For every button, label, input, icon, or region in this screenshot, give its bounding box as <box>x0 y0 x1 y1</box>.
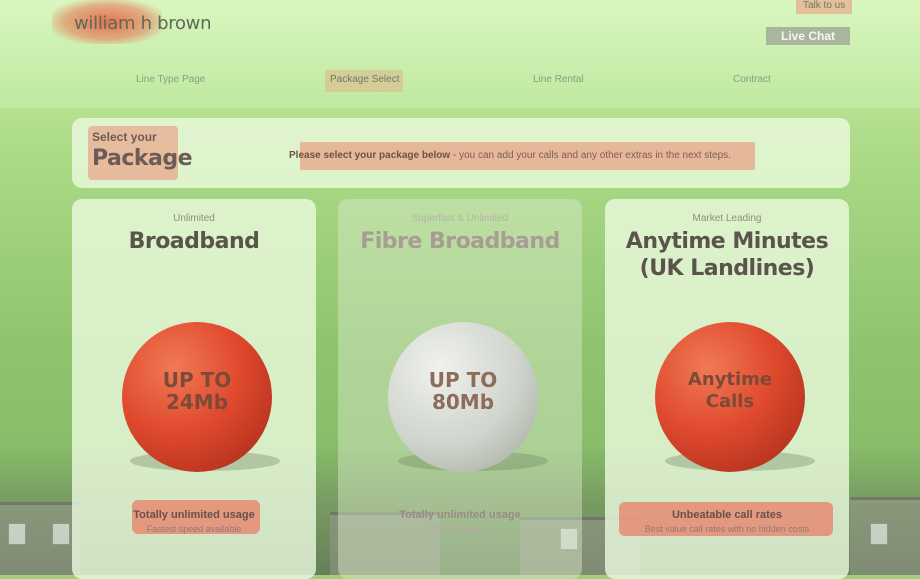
site-logo[interactable]: william h brown <box>74 13 212 34</box>
live-chat-button[interactable]: Live Chat <box>766 27 850 45</box>
step-line-rental[interactable]: Line Rental <box>533 74 584 85</box>
package-card-anytime-minutes[interactable]: Market Leading Anytime Minutes (UK Landl… <box>605 199 849 579</box>
progress-steps: Line Type Page Package Select Line Renta… <box>0 74 920 94</box>
package-subtitle: Market Leading <box>692 213 762 224</box>
feature-title: Totally unlimited usage <box>133 509 255 521</box>
package-title: Fibre Broadband <box>360 229 560 254</box>
feature-subtitle: Fastest speed available <box>146 524 242 534</box>
feature-title: Unbeatable call rates <box>671 509 783 521</box>
globe-label: UP TO 80Mb <box>428 368 498 414</box>
select-description-bold: Please select your package below <box>289 150 451 161</box>
globe-label: Anytime Calls <box>687 369 773 412</box>
package-title: Anytime Minutes <box>625 229 829 254</box>
talk-to-us-link[interactable]: Talk to us <box>803 0 845 11</box>
feature-subtitle: Fastest speed <box>431 524 489 534</box>
package-title: Broadband <box>128 229 260 254</box>
globe-label: UP TO 24Mb <box>162 368 232 414</box>
step-contract[interactable]: Contract <box>733 74 771 85</box>
feature-subtitle: Best value call rates with no hidden cos… <box>644 524 810 534</box>
select-heading-small: Select your <box>92 130 157 144</box>
package-card-broadband[interactable]: Unlimited Broadband UP TO 24Mb Totally u… <box>72 199 316 579</box>
select-description-rest: - you can add your calls and any other e… <box>450 150 731 161</box>
step-line-type[interactable]: Line Type Page <box>136 74 205 85</box>
select-description: Please select your package below - you c… <box>289 150 731 161</box>
step-package-select[interactable]: Package Select <box>330 74 400 85</box>
package-card-fibre-broadband[interactable]: Superfast & Unlimited Fibre Broadband UP… <box>338 199 582 579</box>
feature-title: Totally unlimited usage <box>399 509 521 521</box>
page-title: Package <box>92 146 193 171</box>
package-title-line2: (UK Landlines) <box>639 256 815 281</box>
package-subtitle: Superfast & Unlimited <box>411 213 509 224</box>
package-subtitle: Unlimited <box>173 213 215 224</box>
